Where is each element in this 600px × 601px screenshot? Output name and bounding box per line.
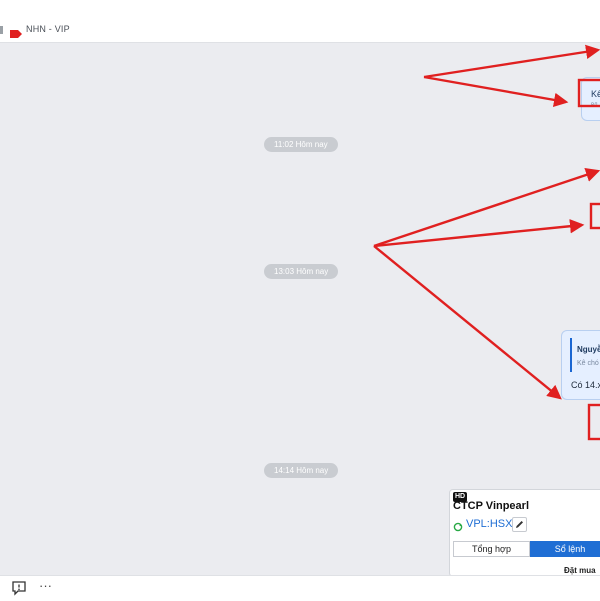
header-edge-mark bbox=[0, 26, 3, 34]
label-tag-icon[interactable] bbox=[10, 25, 22, 43]
chat-footer: ··· bbox=[0, 575, 600, 601]
message-subtext: вл bbox=[591, 102, 598, 108]
conversation-label[interactable]: NHN - VIP bbox=[26, 24, 70, 34]
tab-order-book[interactable]: Sổ lệnh bbox=[530, 541, 600, 557]
quote-author: Nguyễ bbox=[577, 345, 600, 354]
message-text: Kê bbox=[591, 89, 600, 99]
refresh-icon[interactable] bbox=[453, 519, 463, 537]
message-bubble[interactable]: Kê вл bbox=[581, 77, 600, 121]
timestamp-pill: 11:02 Hôm nay bbox=[264, 137, 338, 152]
feedback-icon[interactable] bbox=[11, 580, 27, 596]
more-options-button[interactable]: ··· bbox=[39, 578, 52, 593]
quote-bar bbox=[570, 338, 572, 372]
stock-ticker[interactable]: VPL:HSX bbox=[466, 518, 512, 530]
hd-badge: HD bbox=[453, 492, 468, 502]
timestamp-pill: 14:14 Hôm nay bbox=[264, 463, 339, 478]
timestamp-pill: 13:03 Hôm nay bbox=[264, 264, 339, 279]
stock-card[interactable]: CTCP Vinpearl HD VPL:HSX Tổng hợp Sổ lện… bbox=[449, 489, 600, 577]
quote-text: Kê chó bbox=[577, 360, 599, 367]
reply-message-bubble[interactable]: Nguyễ Kê chó Có 14.x bbox=[561, 330, 600, 400]
tab-summary[interactable]: Tổng hợp bbox=[453, 541, 530, 557]
edit-icon[interactable] bbox=[512, 517, 527, 532]
message-text: Có 14.x bbox=[571, 380, 600, 390]
buy-order-label: Đặt mua bbox=[564, 566, 596, 575]
chat-header: NHN - VIP bbox=[0, 0, 600, 43]
